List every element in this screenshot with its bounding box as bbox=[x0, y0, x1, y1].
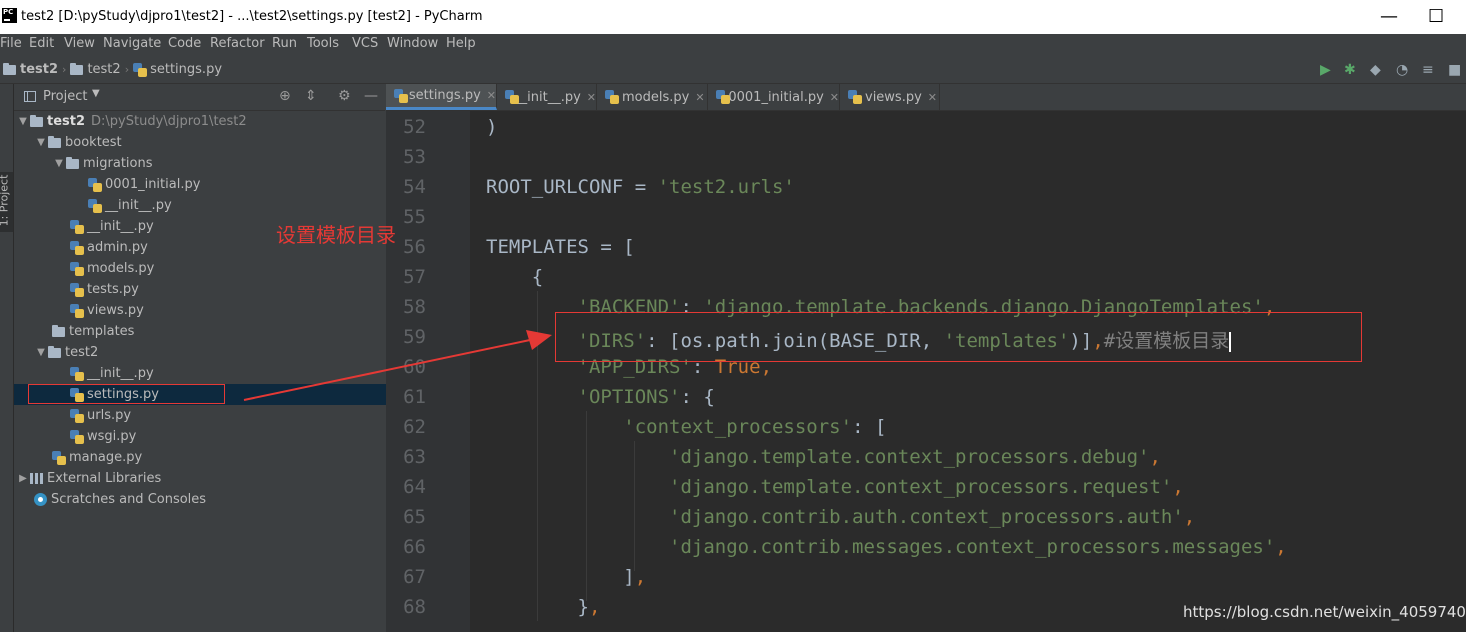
watermark: https://blog.csdn.net/weixin_40597409 bbox=[1183, 603, 1466, 621]
annotation-arrow bbox=[243, 330, 552, 401]
